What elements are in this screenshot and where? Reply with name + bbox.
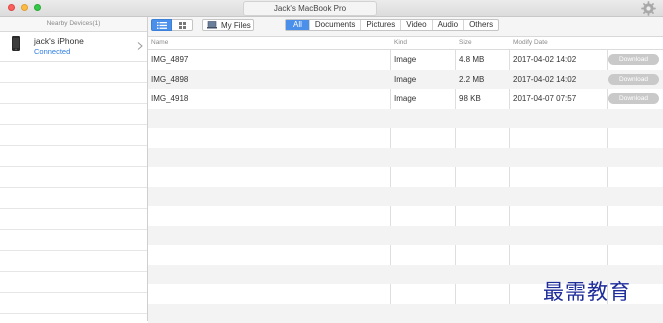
grid-view-button[interactable] bbox=[172, 19, 193, 31]
download-button[interactable]: Download bbox=[608, 54, 659, 65]
table-header: Name Kind Size Modify Date bbox=[148, 37, 663, 50]
filter-documents[interactable]: Documents bbox=[309, 20, 360, 30]
filter-pictures[interactable]: Pictures bbox=[360, 20, 400, 30]
file-name: IMG_4897 bbox=[151, 50, 188, 70]
empty-row bbox=[148, 109, 663, 129]
file-size: 2.2 MB bbox=[459, 70, 484, 90]
empty-row bbox=[148, 167, 663, 187]
file-date: 2017-04-07 07:57 bbox=[513, 89, 576, 109]
sidebar-empty-row bbox=[0, 146, 147, 167]
minimize-window-button[interactable] bbox=[21, 4, 28, 11]
my-files-button[interactable]: My Files bbox=[202, 19, 254, 31]
column-header-name[interactable]: Name bbox=[151, 37, 168, 49]
device-status: Connected bbox=[34, 47, 70, 56]
grid-view-icon bbox=[179, 22, 186, 29]
empty-row bbox=[148, 245, 663, 265]
gear-icon[interactable] bbox=[640, 0, 657, 17]
empty-row bbox=[148, 187, 663, 207]
file-kind: Image bbox=[394, 50, 416, 70]
empty-row bbox=[148, 148, 663, 168]
title-bar: Jack's MacBook Pro bbox=[0, 0, 663, 17]
phone-icon bbox=[12, 36, 20, 51]
filter-video[interactable]: Video bbox=[400, 20, 431, 30]
sidebar-empty-row bbox=[0, 209, 147, 230]
empty-row bbox=[148, 128, 663, 148]
empty-row bbox=[148, 206, 663, 226]
column-header-date[interactable]: Modify Date bbox=[513, 37, 548, 49]
zoom-window-button[interactable] bbox=[34, 4, 41, 11]
sidebar-empty-row bbox=[0, 188, 147, 209]
device-name: jack's iPhone bbox=[34, 36, 84, 46]
list-view-icon bbox=[157, 22, 167, 29]
file-name: IMG_4898 bbox=[151, 70, 188, 90]
filter-audio[interactable]: Audio bbox=[432, 20, 463, 30]
file-date: 2017-04-02 14:02 bbox=[513, 70, 576, 90]
table-row[interactable]: IMG_4898 Image 2.2 MB 2017-04-02 14:02 D… bbox=[148, 70, 663, 90]
sidebar-empty-row bbox=[0, 125, 147, 146]
filter-all[interactable]: All bbox=[286, 20, 309, 30]
chevron-right-icon bbox=[137, 42, 143, 50]
file-name: IMG_4918 bbox=[151, 89, 188, 109]
device-item[interactable]: jack's iPhone Connected bbox=[0, 32, 147, 62]
my-files-label: My Files bbox=[221, 21, 251, 30]
watermark-text: 最需教育 bbox=[543, 276, 631, 306]
close-window-button[interactable] bbox=[8, 4, 15, 11]
empty-row bbox=[148, 226, 663, 246]
sidebar-empty-row bbox=[0, 293, 147, 314]
computer-icon bbox=[207, 21, 217, 29]
column-header-kind[interactable]: Kind bbox=[394, 37, 407, 49]
sidebar-header: Nearby Devices(1) bbox=[0, 17, 147, 32]
download-button[interactable]: Download bbox=[608, 93, 659, 104]
download-button[interactable]: Download bbox=[608, 74, 659, 85]
file-size: 4.8 MB bbox=[459, 50, 484, 70]
table-row[interactable]: IMG_4918 Image 98 KB 2017-04-07 07:57 Do… bbox=[148, 89, 663, 109]
view-mode-toggle bbox=[151, 19, 193, 32]
table-row[interactable]: IMG_4897 Image 4.8 MB 2017-04-02 14:02 D… bbox=[148, 50, 663, 70]
file-size: 98 KB bbox=[459, 89, 481, 109]
window-title: Jack's MacBook Pro bbox=[243, 1, 377, 16]
sidebar-empty-row bbox=[0, 83, 147, 104]
sidebar-empty-row bbox=[0, 62, 147, 83]
list-view-button[interactable] bbox=[151, 19, 172, 31]
file-date: 2017-04-02 14:02 bbox=[513, 50, 576, 70]
filter-others[interactable]: Others bbox=[463, 20, 498, 30]
column-header-size[interactable]: Size bbox=[459, 37, 472, 49]
sidebar-empty-row bbox=[0, 251, 147, 272]
sidebar-empty-row bbox=[0, 272, 147, 293]
toolbar: My Files All Documents Pictures Video Au… bbox=[148, 17, 663, 37]
file-type-filters: All Documents Pictures Video Audio Other… bbox=[285, 19, 499, 31]
sidebar-empty-row bbox=[0, 104, 147, 125]
empty-row bbox=[148, 304, 663, 323]
sidebar: Nearby Devices(1) jack's iPhone Connecte… bbox=[0, 17, 148, 321]
sidebar-empty-row bbox=[0, 167, 147, 188]
sidebar-empty-row bbox=[0, 230, 147, 251]
file-kind: Image bbox=[394, 89, 416, 109]
file-kind: Image bbox=[394, 70, 416, 90]
